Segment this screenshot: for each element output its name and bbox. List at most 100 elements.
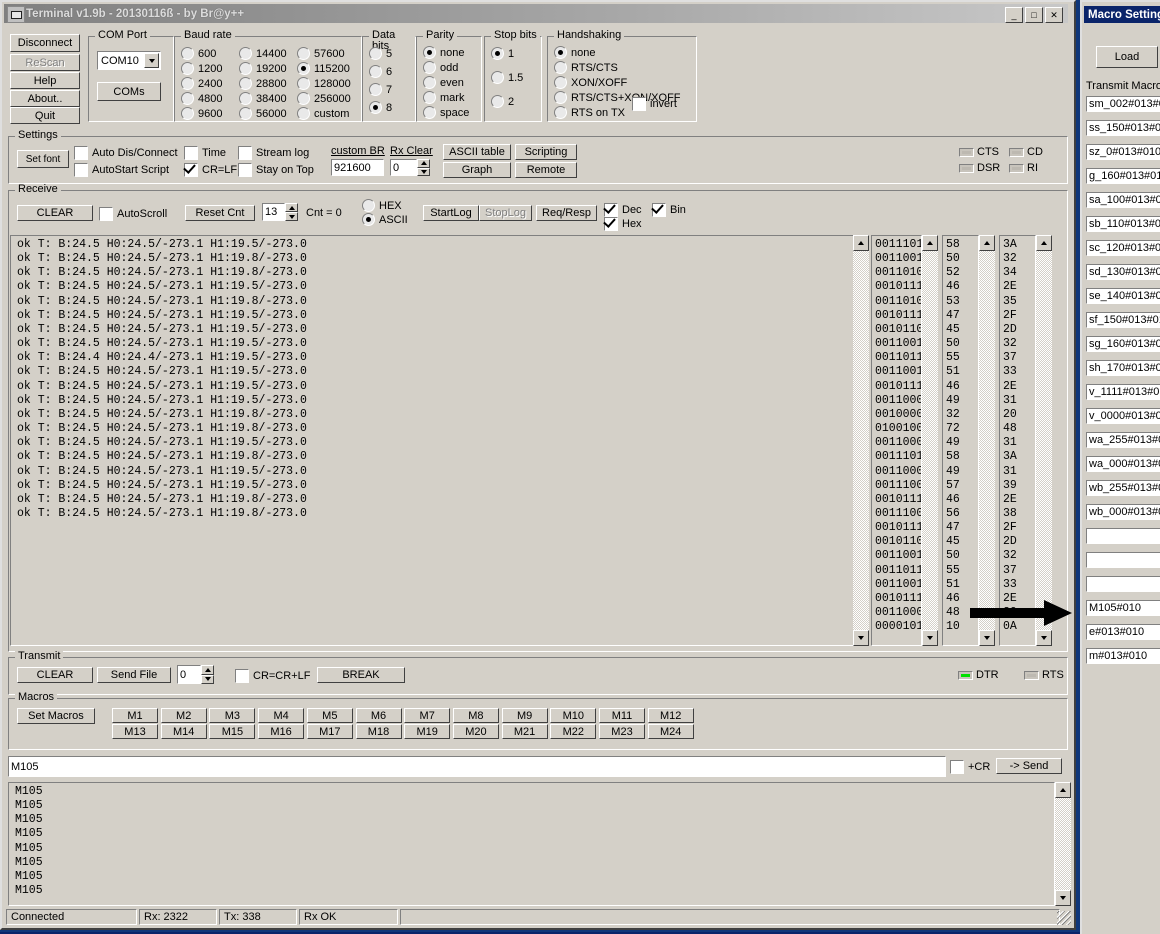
scroll-down-icon[interactable]: [1055, 890, 1071, 906]
handshaking-option-RTS on TX[interactable]: RTS on TX: [554, 106, 625, 119]
baud-option-115200[interactable]: 115200: [297, 62, 350, 75]
macro-button-m20[interactable]: M20: [452, 724, 499, 739]
macro-button-m23[interactable]: M23: [599, 724, 645, 739]
receive-clear-button[interactable]: CLEAR: [17, 205, 93, 221]
baud-radio-2400[interactable]: [181, 77, 194, 90]
parity-option-space[interactable]: space: [423, 106, 469, 119]
macro-button-m24[interactable]: M24: [647, 724, 694, 739]
rts-indicator[interactable]: RTS: [1024, 669, 1064, 681]
parity-radio-mark[interactable]: [423, 91, 436, 104]
baud-option-256000[interactable]: 256000: [297, 92, 351, 105]
hex-mode-radio[interactable]: [362, 199, 375, 212]
parity-option-even[interactable]: even: [423, 76, 464, 89]
time-option[interactable]: Time: [184, 146, 226, 160]
baud-option-28800[interactable]: 28800: [239, 77, 287, 90]
data-bits-radio-6[interactable]: [369, 65, 382, 78]
scroll-up-icon[interactable]: [1036, 235, 1052, 251]
macro-entry-16[interactable]: wa_000#013#010: [1086, 456, 1160, 472]
stop-bits-radio-1.5[interactable]: [491, 71, 504, 84]
baud-option-128000[interactable]: 128000: [297, 77, 351, 90]
handshaking-radio-RTS on TX[interactable]: [554, 106, 567, 119]
parity-option-none[interactable]: none: [423, 46, 464, 59]
macro-button-m7[interactable]: M7: [404, 708, 451, 723]
parity-option-mark[interactable]: mark: [423, 91, 464, 104]
macro-button-m11[interactable]: M11: [599, 708, 645, 723]
macro-button-m14[interactable]: M14: [160, 724, 207, 739]
baud-radio-57600[interactable]: [297, 47, 310, 60]
window-titlebar[interactable]: Terminal v1.9b - 20130116ß - by Br@y++ _…: [4, 4, 1068, 23]
autostart-script-option[interactable]: AutoStart Script: [74, 163, 169, 177]
send-button[interactable]: -> Send: [996, 758, 1062, 774]
macro-entry-23[interactable]: e#013#010: [1086, 624, 1160, 640]
cnt-spin-input[interactable]: 13: [262, 203, 285, 221]
stream-log-option[interactable]: Stream log: [238, 146, 309, 160]
macro-entry-7[interactable]: sc_120#013#010: [1086, 240, 1160, 256]
baud-option-2400[interactable]: 2400: [181, 77, 222, 90]
baud-option-600[interactable]: 600: [181, 47, 216, 60]
data-bits-radio-8[interactable]: [369, 101, 382, 114]
hex-column-pane[interactable]: 3A 32 34 2E 35 2F 2D 32 37 33 2E 31 20 4…: [999, 235, 1036, 646]
data-bits-option-7[interactable]: 7: [369, 83, 392, 96]
macro-entry-3[interactable]: sz_0#013#010: [1086, 144, 1160, 160]
set-font-button[interactable]: Set font: [17, 150, 69, 168]
macro-button-m10[interactable]: M10: [550, 708, 597, 723]
baud-radio-1200[interactable]: [181, 62, 194, 75]
baud-option-4800[interactable]: 4800: [181, 92, 222, 105]
stay-on-top-option[interactable]: Stay on Top: [238, 163, 314, 177]
macro-entry-12[interactable]: sh_170#013#010: [1086, 360, 1160, 376]
baud-radio-4800[interactable]: [181, 92, 194, 105]
macro-entry-22[interactable]: M105#010: [1086, 600, 1160, 616]
baud-radio-28800[interactable]: [239, 77, 252, 90]
reqresp-button[interactable]: Req/Resp: [536, 205, 597, 221]
decimal-column-pane[interactable]: 58 50 52 46 53 47 45 50 55 51 46 49 32 7…: [942, 235, 979, 646]
dtr-indicator[interactable]: DTR: [958, 669, 999, 681]
stop-bits-option-2[interactable]: 2: [491, 95, 514, 108]
scroll-down-icon[interactable]: [979, 630, 995, 646]
sent-log-pane[interactable]: M105 M105 M105 M105 M105 M105 M105 M105: [8, 782, 1055, 906]
disconnect-button[interactable]: Disconnect: [10, 34, 80, 52]
rx-clear-stepper[interactable]: [417, 159, 430, 176]
baud-radio-9600[interactable]: [181, 107, 194, 120]
baud-radio-128000[interactable]: [297, 77, 310, 90]
scrollbar-track[interactable]: [1036, 235, 1052, 646]
chevron-down-icon[interactable]: [144, 53, 159, 68]
transmit-delay-stepper[interactable]: [201, 665, 214, 684]
baud-radio-19200[interactable]: [239, 62, 252, 75]
stoplog-button[interactable]: StopLog: [479, 205, 532, 221]
delay-stepper-up-icon[interactable]: [201, 665, 214, 675]
set-macros-button[interactable]: Set Macros: [17, 708, 95, 724]
scroll-up-icon[interactable]: [1055, 782, 1071, 798]
macro-entry-15[interactable]: wa_255#013#010: [1086, 432, 1160, 448]
handshaking-radio-XON/XOFF[interactable]: [554, 76, 567, 89]
decimal-column-scrollbar[interactable]: [979, 235, 995, 646]
macro-entry-21[interactable]: [1086, 576, 1160, 592]
macro-entry-11[interactable]: sg_160#013#010: [1086, 336, 1160, 352]
scripting-button[interactable]: Scripting: [515, 144, 577, 160]
macro-entry-13[interactable]: v_1111#013#010: [1086, 384, 1160, 400]
remote-button[interactable]: Remote: [515, 162, 577, 178]
rx-clear-input[interactable]: 0: [390, 159, 417, 176]
append-cr-checkbox[interactable]: [950, 760, 964, 774]
parity-radio-odd[interactable]: [423, 61, 436, 74]
macro-entry-4[interactable]: g_160#013#010: [1086, 168, 1160, 184]
macro-button-m1[interactable]: M1: [112, 708, 158, 723]
macro-button-m4[interactable]: M4: [258, 708, 305, 723]
macro-entry-19[interactable]: [1086, 528, 1160, 544]
autostart-script-checkbox[interactable]: [74, 163, 88, 177]
scroll-up-icon[interactable]: [853, 235, 869, 251]
close-button[interactable]: ✕: [1045, 7, 1063, 23]
sent-log-scrollbar[interactable]: [1055, 782, 1071, 906]
data-bits-radio-7[interactable]: [369, 83, 382, 96]
macro-button-m18[interactable]: M18: [355, 724, 402, 739]
stay-on-top-checkbox[interactable]: [238, 163, 252, 177]
invert-checkbox[interactable]: [632, 97, 646, 111]
custom-br-input[interactable]: 921600: [331, 159, 384, 176]
bin-format-option[interactable]: Bin: [652, 203, 686, 217]
scroll-down-icon[interactable]: [922, 630, 938, 646]
hex-column-scrollbar[interactable]: [1036, 235, 1052, 646]
data-bits-option-5[interactable]: 5: [369, 47, 392, 60]
binary-column-scrollbar[interactable]: [922, 235, 938, 646]
macro-button-m12[interactable]: M12: [647, 708, 694, 723]
macro-button-m21[interactable]: M21: [501, 724, 548, 739]
parity-radio-space[interactable]: [423, 106, 436, 119]
